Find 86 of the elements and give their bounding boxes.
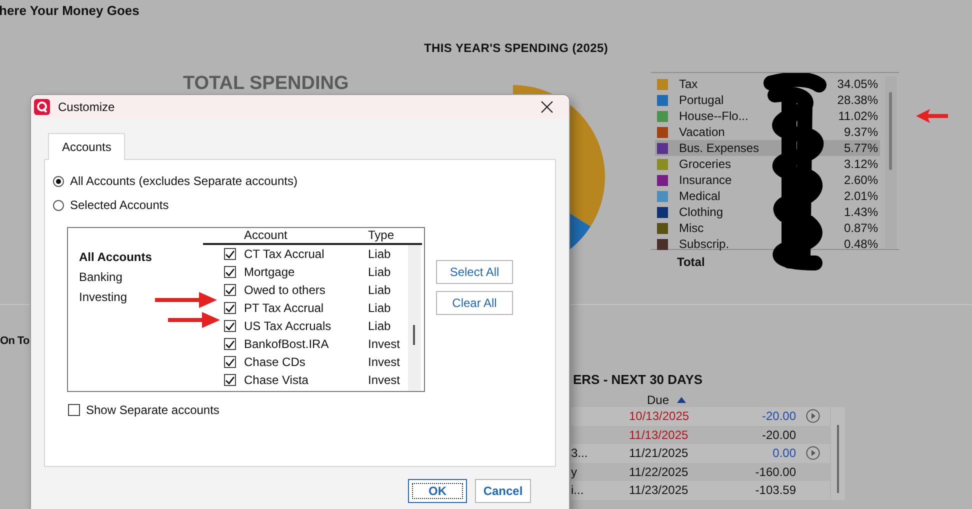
radio-label[interactable]: Selected Accounts [70, 198, 169, 212]
button[interactable]: Clear All [436, 291, 513, 315]
legend-row[interactable]: Misc 0.87% [655, 220, 880, 236]
table-cell: Invest [368, 355, 400, 369]
table-cell-text: 0.00 [772, 446, 796, 460]
total-label: Total [677, 255, 705, 269]
list-item[interactable]: All Accounts [79, 247, 152, 267]
table-row[interactable]: 10/13/2025 -20.00 [571, 407, 830, 426]
app-logo-icon [34, 99, 50, 115]
checkbox[interactable] [224, 374, 236, 386]
table-cell-text: 10/13/2025 [629, 409, 690, 424]
chart-heading: THIS YEAR'S SPENDING (2025) [424, 41, 610, 56]
legend-row[interactable]: Clothing 1.43% [655, 204, 880, 220]
table-cell-text: -20.00 [760, 409, 796, 424]
table-cell: Liab [368, 301, 391, 315]
dialog-title: Customize [58, 100, 115, 114]
radio-label[interactable]: All Accounts (excludes Separate accounts) [70, 174, 298, 188]
column-header[interactable]: Due [647, 393, 686, 407]
table-cell-text: PT Tax Accrual [244, 301, 325, 315]
legend-row[interactable]: Groceries 3.12% [655, 156, 880, 172]
scrollbar[interactable] [408, 245, 421, 391]
arrow-icon [916, 109, 948, 123]
table-cell-text: -103.59 [754, 483, 796, 498]
checkbox[interactable] [224, 338, 236, 350]
table-cell-text: Owed to others [244, 283, 326, 297]
table-cell: Invest [368, 373, 400, 387]
table-cell-text: US Tax Accruals [244, 319, 332, 333]
table-row[interactable]: y 11/22/2025 -160.00 [571, 462, 830, 481]
play-circle-icon[interactable] [806, 446, 820, 460]
table-cell-text: 11/13/2025 [629, 428, 690, 442]
checkbox[interactable] [224, 248, 236, 260]
table-cell-text: CT Tax Accrual [244, 247, 326, 261]
legend-row[interactable]: Medical 2.01% [655, 188, 880, 204]
table-cell-text: BankofBost.IRA [244, 337, 330, 351]
page-title: here Your Money Goes [0, 2, 140, 19]
legend-row[interactable]: Portugal 28.38% [655, 92, 880, 108]
checkbox[interactable] [224, 302, 236, 314]
scrollbar[interactable] [885, 76, 897, 248]
table-row[interactable]: 3... 11/21/2025 0.00 [571, 444, 830, 462]
legend-row[interactable]: Vacation 9.37% [655, 124, 880, 140]
button[interactable]: Select All [436, 260, 513, 284]
play-circle-icon[interactable] [806, 409, 820, 424]
bills-heading: ERS - NEXT 30 DAYS [573, 372, 704, 387]
table-cell-text: -20.00 [760, 428, 796, 442]
radio-button[interactable] [53, 176, 64, 186]
table-cell-text: 11/21/2025 [629, 446, 690, 460]
checkbox-label[interactable]: Show Separate accounts [86, 403, 220, 417]
table-cell: Liab [368, 283, 391, 297]
close-icon [541, 101, 553, 113]
scrollbar[interactable] [831, 407, 845, 500]
button[interactable]: Cancel [475, 479, 531, 503]
table-cell-text: 11/23/2025 [629, 483, 690, 498]
table-cell-text: 11/22/2025 [629, 464, 690, 479]
table-cell: Invest [368, 337, 400, 351]
arrow-icon [155, 292, 217, 308]
table-cell-text: 3... [571, 446, 589, 460]
radio-button[interactable] [53, 200, 64, 210]
list-item[interactable]: Banking [79, 267, 122, 287]
table-cell: Liab [368, 265, 391, 279]
table-cell: Liab [368, 319, 391, 333]
total-heading: TOTAL SPENDING [183, 73, 350, 95]
section-label: On To [0, 335, 30, 349]
table-cell: Liab [368, 247, 391, 261]
table-cell-text: y [571, 464, 578, 479]
legend-row[interactable]: Insurance 2.60% [655, 172, 880, 188]
checkbox[interactable] [224, 320, 236, 332]
column-header[interactable]: Type [368, 228, 394, 243]
legend-row[interactable]: Tax 34.05% [655, 76, 880, 92]
table-cell-text: Chase CDs [244, 355, 306, 369]
table-cell-text: -160.00 [754, 464, 796, 479]
checkbox[interactable] [224, 284, 236, 296]
table-cell-text: Chase Vista [244, 373, 310, 387]
table-row[interactable]: i... 11/23/2025 -103.59 [571, 481, 830, 500]
legend-row[interactable]: Subscrip. 0.48% [655, 236, 880, 252]
table-cell-text: i... [571, 483, 585, 498]
tab[interactable]: Accounts [48, 133, 126, 160]
list-item[interactable]: Investing [79, 287, 128, 307]
checkbox[interactable] [68, 404, 80, 416]
arrow-icon [168, 312, 220, 328]
table-cell-text: Mortgage [244, 265, 296, 279]
legend-row[interactable]: House--Flo... 11.02% [655, 108, 880, 124]
checkbox[interactable] [224, 356, 236, 368]
checkbox[interactable] [224, 266, 236, 278]
button[interactable]: OK [408, 479, 467, 503]
column-header[interactable]: Account [244, 228, 368, 243]
table-row[interactable]: 11/13/2025 -20.00 [571, 426, 830, 444]
